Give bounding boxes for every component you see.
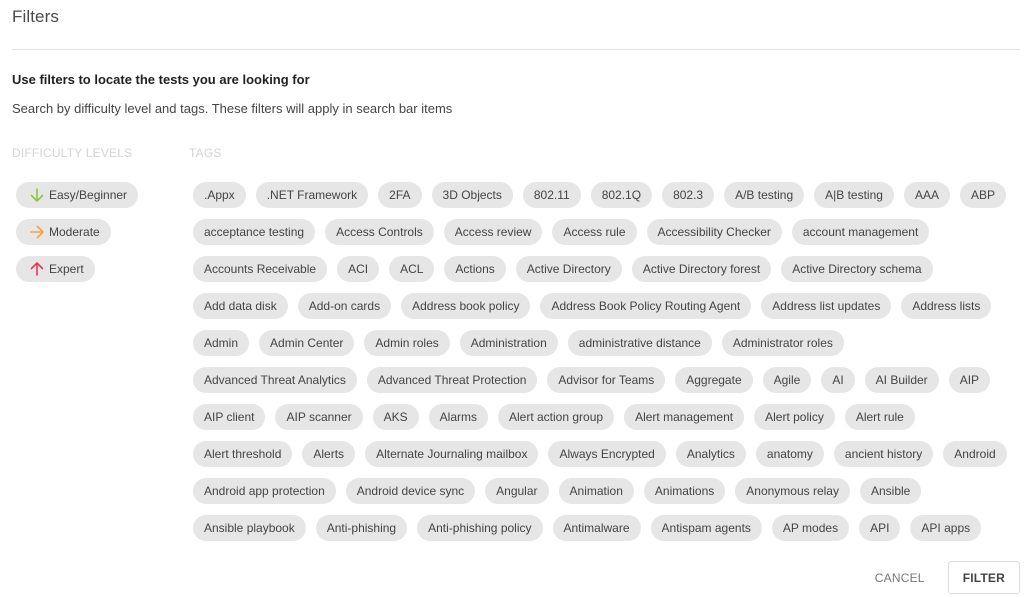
tag-chip[interactable]: Android app protection bbox=[193, 478, 336, 504]
tag-chip[interactable]: Active Directory forest bbox=[631, 256, 772, 282]
tag-chip[interactable]: Admin Center bbox=[259, 330, 355, 356]
tag-chip[interactable]: 802.3 bbox=[662, 182, 715, 208]
difficulty-chip-label: Easy/Beginner bbox=[49, 188, 128, 202]
difficulty-chip-expert[interactable]: Expert bbox=[16, 256, 95, 282]
tag-chip[interactable]: Accounts Receivable bbox=[193, 256, 328, 282]
difficulty-chip-label: Moderate bbox=[49, 225, 100, 239]
tag-chip[interactable]: administrative distance bbox=[567, 330, 712, 356]
tag-chip[interactable]: Animations bbox=[643, 478, 726, 504]
filter-button[interactable]: FILTER bbox=[947, 561, 1020, 594]
tag-chip[interactable]: Alert action group bbox=[498, 404, 615, 430]
tag-chip[interactable]: Alert threshold bbox=[193, 441, 293, 467]
tag-chip[interactable]: Alert policy bbox=[754, 404, 835, 430]
tag-chip[interactable]: Alternate Journaling mailbox bbox=[365, 441, 539, 467]
tag-chip[interactable]: Ansible playbook bbox=[193, 515, 306, 541]
tag-chip[interactable]: Ansible bbox=[859, 478, 922, 504]
difficulty-chip-label: Expert bbox=[49, 262, 84, 276]
tag-chip[interactable]: Actions bbox=[444, 256, 506, 282]
tag-chip[interactable]: AAA bbox=[903, 182, 950, 208]
tag-chip[interactable]: Agile bbox=[762, 367, 812, 393]
tag-chip[interactable]: Address Book Policy Routing Agent bbox=[540, 293, 752, 319]
tags-label: TAGS bbox=[189, 146, 222, 160]
tag-chip[interactable]: Advisor for Teams bbox=[547, 367, 666, 393]
tag-chip[interactable]: Address list updates bbox=[761, 293, 892, 319]
tag-chip[interactable]: A|B testing bbox=[814, 182, 894, 208]
tag-chip[interactable]: .NET Framework bbox=[255, 182, 369, 208]
tag-chip[interactable]: AI Builder bbox=[864, 367, 939, 393]
tag-chip[interactable]: Add data disk bbox=[193, 293, 288, 319]
tag-chip[interactable]: Anti-phishing policy bbox=[417, 515, 543, 541]
tag-chip[interactable]: Anti-phishing bbox=[315, 515, 408, 541]
tag-chip[interactable]: ACI bbox=[337, 256, 380, 282]
tag-chip[interactable]: ABP bbox=[959, 182, 1006, 208]
tag-chip[interactable]: A/B testing bbox=[724, 182, 805, 208]
intro-heading: Use filters to locate the tests you are … bbox=[12, 72, 310, 87]
tag-chip[interactable]: Accessibility Checker bbox=[646, 219, 782, 245]
tag-chip[interactable]: API apps bbox=[910, 515, 982, 541]
tag-chip[interactable]: Address book policy bbox=[401, 293, 531, 319]
tag-chip[interactable]: 3D Objects bbox=[431, 182, 513, 208]
tag-chip[interactable]: Advanced Threat Analytics bbox=[193, 367, 357, 393]
tag-chip[interactable]: Administration bbox=[459, 330, 558, 356]
arrow-right-icon bbox=[29, 224, 45, 240]
difficulty-chip-easy[interactable]: Easy/Beginner bbox=[16, 182, 139, 208]
tag-chip[interactable]: Alerts bbox=[302, 441, 356, 467]
tag-chip[interactable]: account management bbox=[791, 219, 930, 245]
tag-chip[interactable]: Always Encrypted bbox=[548, 441, 666, 467]
tag-chip[interactable]: 2FA bbox=[378, 182, 422, 208]
tag-chip[interactable]: ACL bbox=[389, 256, 435, 282]
header-divider bbox=[12, 49, 1020, 50]
tag-chip[interactable]: Antispam agents bbox=[650, 515, 762, 541]
cancel-button[interactable]: CANCEL bbox=[861, 561, 938, 594]
tag-chip[interactable]: Advanced Threat Protection bbox=[366, 367, 538, 393]
tag-chip[interactable]: Angular bbox=[485, 478, 549, 504]
tag-chip[interactable]: Active Directory bbox=[515, 256, 622, 282]
tag-chip[interactable]: Alert management bbox=[624, 404, 745, 430]
dialog-title: Filters bbox=[12, 7, 59, 26]
intro-description: Search by difficulty level and tags. The… bbox=[12, 101, 453, 116]
tag-chip[interactable]: Admin bbox=[193, 330, 250, 356]
tag-chip[interactable]: Access Controls bbox=[325, 219, 434, 245]
tag-chip[interactable]: Android bbox=[943, 441, 1007, 467]
tag-chip[interactable]: Anonymous relay bbox=[735, 478, 850, 504]
tag-chip[interactable]: Alarms bbox=[428, 404, 488, 430]
tag-chip[interactable]: AP modes bbox=[771, 515, 850, 541]
tag-chip[interactable]: API bbox=[859, 515, 901, 541]
tag-chip[interactable]: 802.11 bbox=[522, 182, 581, 208]
difficulty-chip-moderate[interactable]: Moderate bbox=[16, 219, 111, 245]
tag-chip[interactable]: AIP client bbox=[193, 404, 266, 430]
tag-chip[interactable]: Active Directory schema bbox=[781, 256, 933, 282]
tag-chip[interactable]: anatomy bbox=[755, 441, 824, 467]
tag-chip[interactable]: ancient history bbox=[833, 441, 934, 467]
tag-chip[interactable]: Add-on cards bbox=[297, 293, 392, 319]
tag-list: .Appx .NET Framework 2FA 3D Objects 802.11 80… bbox=[193, 182, 1013, 541]
dialog-footer: CANCEL FILTER bbox=[861, 561, 1020, 594]
tag-chip[interactable]: Antimalware bbox=[552, 515, 641, 541]
tag-chip[interactable]: Admin roles bbox=[364, 330, 450, 356]
tag-chip[interactable]: Address lists bbox=[901, 293, 992, 319]
tag-chip[interactable]: .Appx bbox=[193, 182, 246, 208]
tag-chip[interactable]: Administrator roles bbox=[721, 330, 844, 356]
tag-chip[interactable]: AIP scanner bbox=[275, 404, 363, 430]
tag-chip[interactable]: Access review bbox=[443, 219, 543, 245]
tag-chip[interactable]: Android device sync bbox=[345, 478, 476, 504]
tag-chip[interactable]: Analytics bbox=[675, 441, 746, 467]
tag-chip[interactable]: acceptance testing bbox=[193, 219, 316, 245]
tag-chip[interactable]: Aggregate bbox=[675, 367, 753, 393]
tag-chip[interactable]: Animation bbox=[558, 478, 634, 504]
tag-chip[interactable]: Alert rule bbox=[844, 404, 915, 430]
tag-chip[interactable]: Access rule bbox=[552, 219, 637, 245]
arrow-up-icon bbox=[29, 261, 45, 277]
tag-chip[interactable]: AKS bbox=[372, 404, 419, 430]
difficulty-list: Easy/Beginner Moderate Expert bbox=[16, 182, 139, 282]
tag-chip[interactable]: AI bbox=[821, 367, 855, 393]
difficulty-levels-label: DIFFICULTY LEVELS bbox=[12, 146, 133, 160]
tag-chip[interactable]: AIP bbox=[948, 367, 991, 393]
arrow-down-icon bbox=[29, 187, 45, 203]
tag-chip[interactable]: 802.1Q bbox=[590, 182, 653, 208]
